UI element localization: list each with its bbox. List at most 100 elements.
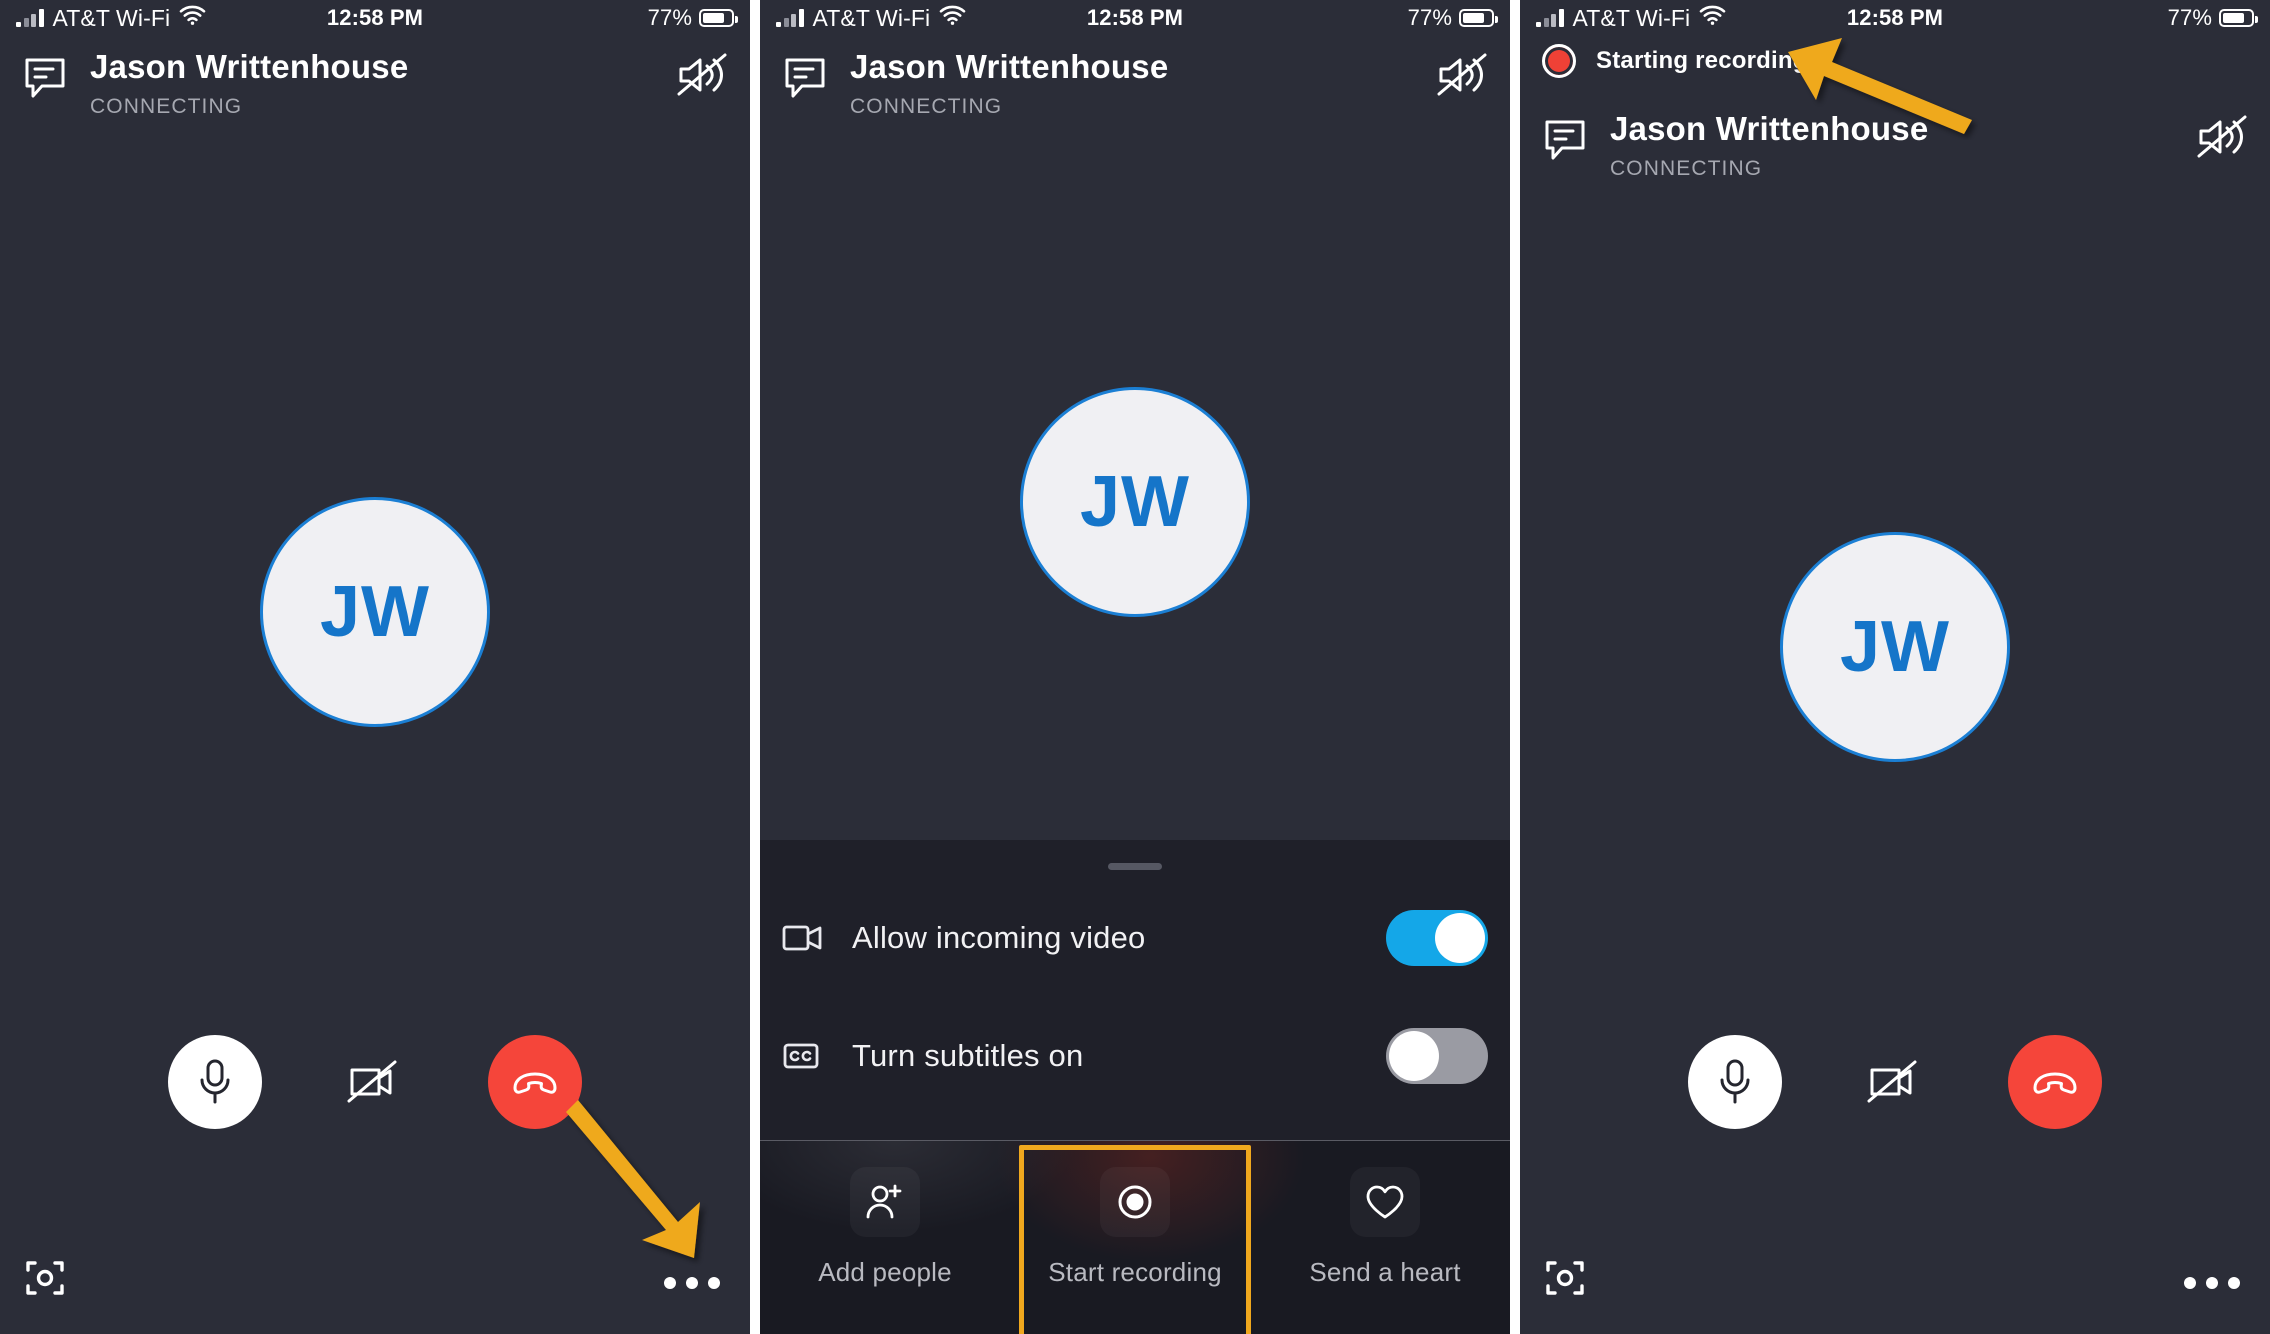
start-recording-button[interactable]: Start recording bbox=[1010, 1141, 1260, 1334]
phone-hangup-icon bbox=[2033, 1072, 2077, 1094]
call-options-sheet: Allow incoming video Turn subtitles on bbox=[760, 840, 1510, 1140]
peer-name: Jason Writtenhouse bbox=[90, 48, 409, 85]
more-options-icon[interactable] bbox=[2184, 1277, 2240, 1289]
avatar-area: JW bbox=[0, 100, 750, 1124]
carrier-label: AT&T Wi-Fi bbox=[52, 4, 171, 31]
heart-icon bbox=[1350, 1167, 1420, 1237]
avatar-initials: JW bbox=[320, 572, 430, 652]
add-people-button[interactable]: Add people bbox=[760, 1141, 1010, 1334]
call-status: CONNECTING bbox=[1610, 156, 1763, 180]
battery-percent-label: 77% bbox=[2167, 5, 2212, 30]
call-action-bar: Add people Start recording Send a heart bbox=[760, 1140, 1510, 1334]
video-camera-icon bbox=[782, 921, 824, 955]
status-bar: AT&T Wi-Fi 12:58 PM 77% bbox=[760, 0, 1510, 36]
wifi-icon bbox=[939, 5, 966, 31]
battery-icon bbox=[2219, 9, 2258, 27]
end-call-button[interactable] bbox=[2008, 1035, 2102, 1129]
peer-name: Jason Writtenhouse bbox=[1610, 110, 1929, 147]
more-options-icon[interactable] bbox=[664, 1277, 720, 1289]
avatar-area: JW bbox=[1520, 170, 2270, 1124]
add-person-icon bbox=[850, 1167, 920, 1237]
microphone-icon bbox=[200, 1059, 230, 1104]
call-header-text: Jason Writtenhouse CONNECTING bbox=[90, 48, 408, 119]
cellular-bars-icon bbox=[776, 9, 804, 27]
carrier-label: AT&T Wi-Fi bbox=[812, 4, 931, 31]
battery-icon bbox=[1459, 9, 1498, 27]
sheet-row-label: Allow incoming video bbox=[852, 920, 1146, 955]
closed-captions-icon bbox=[782, 1039, 824, 1073]
status-bar-left: AT&T Wi-Fi bbox=[776, 5, 966, 32]
send-a-heart-button[interactable]: Send a heart bbox=[1260, 1141, 1510, 1334]
avatar-area: JW bbox=[760, 100, 1510, 904]
status-bar-left: AT&T Wi-Fi bbox=[16, 5, 206, 32]
status-bar-right: 77% bbox=[647, 5, 738, 31]
peer-name: Jason Writtenhouse bbox=[850, 48, 1169, 85]
sheet-row-label: Turn subtitles on bbox=[852, 1038, 1084, 1073]
snapshot-frame-icon[interactable] bbox=[22, 1255, 68, 1306]
avatar[interactable]: JW bbox=[1780, 532, 2010, 762]
sheet-drag-handle[interactable] bbox=[1108, 863, 1162, 870]
cellular-bars-icon bbox=[16, 9, 44, 27]
toggle-knob bbox=[1435, 913, 1485, 963]
speaker-muted-icon[interactable] bbox=[1436, 52, 1488, 103]
sheet-row-turn-subtitles-on[interactable]: Turn subtitles on bbox=[760, 1006, 1510, 1106]
panel-3-call-screen-recording-started: AT&T Wi-Fi 12:58 PM 77% Starting recordi bbox=[1520, 0, 2270, 1334]
video-off-button[interactable] bbox=[328, 1035, 422, 1129]
wifi-icon bbox=[1699, 5, 1726, 31]
call-status: CONNECTING bbox=[850, 94, 1003, 118]
panel-2-call-screen-options-sheet: AT&T Wi-Fi 12:58 PM 77% Jason Writtenhou… bbox=[760, 0, 1510, 1334]
video-camera-off-icon bbox=[347, 1060, 397, 1103]
avatar[interactable]: JW bbox=[260, 497, 490, 727]
wifi-icon bbox=[179, 5, 206, 31]
microphone-button[interactable] bbox=[1688, 1035, 1782, 1129]
recording-status-banner: Starting recording... bbox=[1542, 44, 1828, 78]
microphone-icon bbox=[1720, 1059, 1750, 1104]
chat-bubble-icon[interactable] bbox=[782, 54, 828, 105]
call-status: CONNECTING bbox=[90, 94, 243, 118]
phone-hangup-icon bbox=[513, 1072, 557, 1094]
speaker-muted-icon[interactable] bbox=[2196, 114, 2248, 165]
video-off-button[interactable] bbox=[1848, 1035, 1942, 1129]
record-circle-icon bbox=[1100, 1167, 1170, 1237]
battery-percent-label: 77% bbox=[1407, 5, 1452, 30]
panel-divider-2 bbox=[1510, 0, 1520, 1334]
call-controls bbox=[1520, 1035, 2270, 1129]
call-header: Jason Writtenhouse CONNECTING bbox=[0, 48, 750, 119]
carrier-label: AT&T Wi-Fi bbox=[1572, 4, 1691, 31]
three-panel-screenshot: AT&T Wi-Fi 12:58 PM 77% Jason Writtenhou… bbox=[0, 0, 2270, 1334]
status-bar-right: 77% bbox=[2167, 5, 2258, 31]
call-header: Jason Writtenhouse CONNECTING bbox=[1520, 110, 2270, 181]
call-header-text: Jason Writtenhouse CONNECTING bbox=[1610, 110, 1928, 181]
chat-bubble-icon[interactable] bbox=[1542, 116, 1588, 167]
avatar-initials: JW bbox=[1080, 462, 1190, 542]
status-bar-right: 77% bbox=[1407, 5, 1498, 31]
call-header: Jason Writtenhouse CONNECTING bbox=[760, 48, 1510, 119]
allow-incoming-video-toggle[interactable] bbox=[1386, 910, 1488, 966]
sheet-row-allow-incoming-video[interactable]: Allow incoming video bbox=[760, 888, 1510, 988]
battery-icon bbox=[699, 9, 738, 27]
video-camera-off-icon bbox=[1867, 1060, 1917, 1103]
turn-subtitles-on-toggle[interactable] bbox=[1386, 1028, 1488, 1084]
call-header-text: Jason Writtenhouse CONNECTING bbox=[850, 48, 1168, 119]
chat-bubble-icon[interactable] bbox=[22, 54, 68, 105]
action-label: Add people bbox=[818, 1257, 952, 1287]
status-bar: AT&T Wi-Fi 12:58 PM 77% bbox=[0, 0, 750, 36]
panel-1-call-screen-default: AT&T Wi-Fi 12:58 PM 77% Jason Writtenhou… bbox=[0, 0, 750, 1334]
status-bar-left: AT&T Wi-Fi bbox=[1536, 5, 1726, 32]
recording-dot-icon bbox=[1542, 44, 1576, 78]
panel-divider-1 bbox=[750, 0, 760, 1334]
end-call-button[interactable] bbox=[488, 1035, 582, 1129]
action-label: Start recording bbox=[1048, 1257, 1222, 1287]
speaker-muted-icon[interactable] bbox=[676, 52, 728, 103]
action-label: Send a heart bbox=[1309, 1257, 1461, 1287]
avatar-initials: JW bbox=[1840, 607, 1950, 687]
microphone-button[interactable] bbox=[168, 1035, 262, 1129]
snapshot-frame-icon[interactable] bbox=[1542, 1255, 1588, 1306]
cellular-bars-icon bbox=[1536, 9, 1564, 27]
toggle-knob bbox=[1389, 1031, 1439, 1081]
avatar[interactable]: JW bbox=[1020, 387, 1250, 617]
call-controls bbox=[0, 1035, 750, 1129]
status-bar: AT&T Wi-Fi 12:58 PM 77% bbox=[1520, 0, 2270, 36]
battery-percent-label: 77% bbox=[647, 5, 692, 30]
recording-status-label: Starting recording... bbox=[1596, 47, 1829, 74]
